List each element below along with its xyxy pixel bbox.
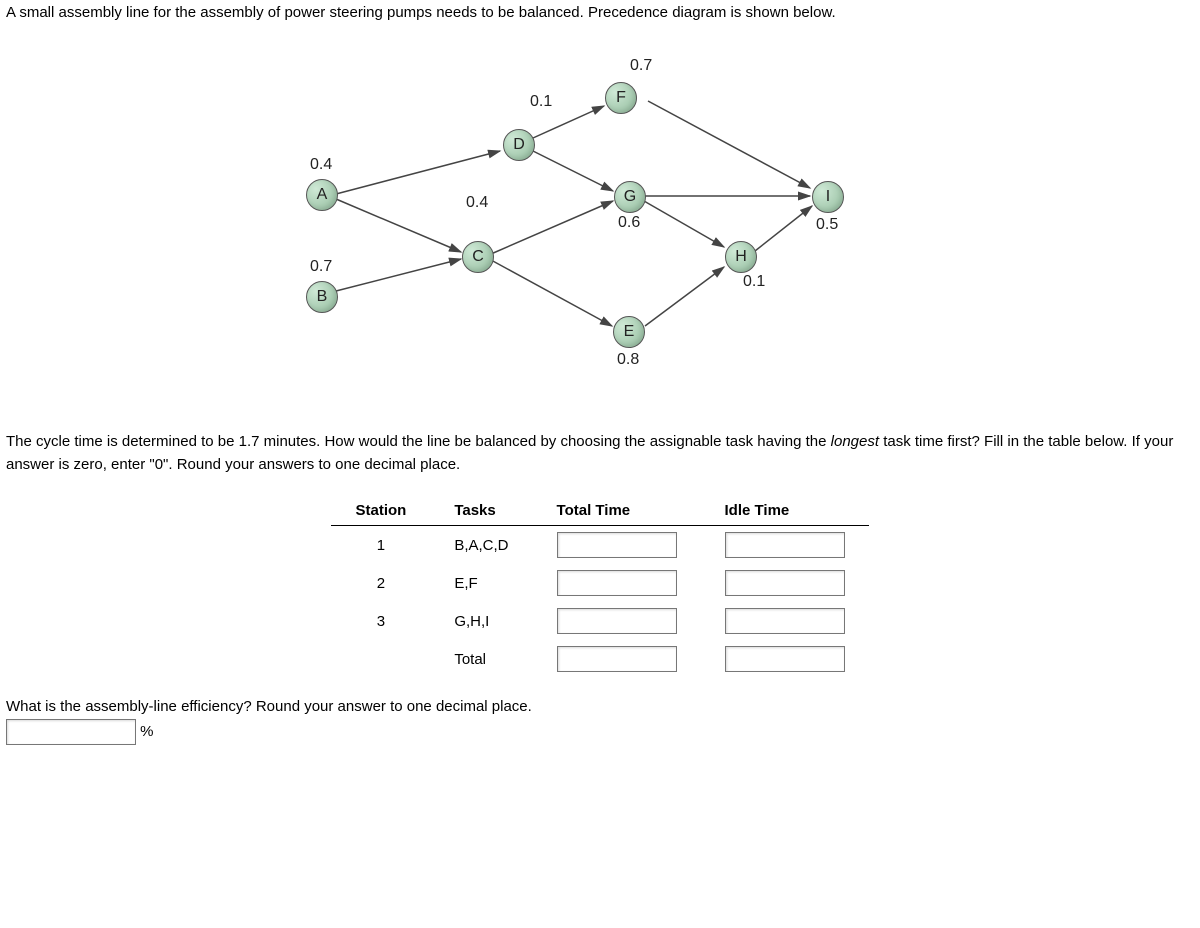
th-idle: Idle Time [701, 496, 869, 526]
time-I: 0.5 [816, 216, 838, 234]
time-D: 0.1 [530, 93, 552, 111]
question-text: The cycle time is determined to be 1.7 m… [6, 431, 1194, 476]
node-B: B [306, 281, 338, 313]
table-row: 2 E,F [331, 564, 868, 602]
cell-station-3: 3 [331, 602, 430, 640]
diagram-arrows [150, 51, 1050, 391]
time-A: 0.4 [310, 156, 332, 174]
answer-table: Station Tasks Total Time Idle Time 1 B,A… [331, 496, 868, 678]
time-F: 0.7 [630, 57, 652, 75]
node-C: C [462, 241, 494, 273]
cell-station-total [331, 640, 430, 678]
time-B: 0.7 [310, 258, 332, 276]
time-H: 0.1 [743, 273, 765, 291]
cell-tasks-1: B,A,C,D [430, 526, 532, 565]
precedence-diagram: A 0.4 B 0.7 C 0.4 D 0.1 E 0.8 F 0.7 G 0.… [150, 51, 1050, 391]
node-H: H [725, 241, 757, 273]
node-I: I [812, 181, 844, 213]
th-tasks: Tasks [430, 496, 532, 526]
th-station: Station [331, 496, 430, 526]
input-total-2[interactable] [557, 570, 677, 596]
efficiency-question: What is the assembly-line efficiency? Ro… [6, 698, 1194, 715]
table-header-row: Station Tasks Total Time Idle Time [331, 496, 868, 526]
node-A: A [306, 179, 338, 211]
q-part1: The cycle time is determined to be 1.7 m… [6, 433, 831, 450]
cell-station-2: 2 [331, 564, 430, 602]
node-G: G [614, 181, 646, 213]
table-row: 1 B,A,C,D [331, 526, 868, 565]
input-idle-sum[interactable] [725, 646, 845, 672]
table-row: 3 G,H,I [331, 602, 868, 640]
input-idle-2[interactable] [725, 570, 845, 596]
cell-tasks-3: G,H,I [430, 602, 532, 640]
input-efficiency[interactable] [6, 719, 136, 745]
input-idle-1[interactable] [725, 532, 845, 558]
table-row: Total [331, 640, 868, 678]
input-total-sum[interactable] [557, 646, 677, 672]
input-total-3[interactable] [557, 608, 677, 634]
input-total-1[interactable] [557, 532, 677, 558]
input-idle-3[interactable] [725, 608, 845, 634]
node-D: D [503, 129, 535, 161]
node-F: F [605, 82, 637, 114]
time-E: 0.8 [617, 351, 639, 369]
cell-tasks-2: E,F [430, 564, 532, 602]
time-G: 0.6 [618, 214, 640, 232]
time-C: 0.4 [466, 194, 488, 212]
node-E: E [613, 316, 645, 348]
cell-station-1: 1 [331, 526, 430, 565]
cell-tasks-total: Total [430, 640, 532, 678]
th-total: Total Time [533, 496, 701, 526]
intro-text: A small assembly line for the assembly o… [6, 4, 1194, 21]
percent-label: % [140, 723, 153, 740]
q-part2-italic: longest [831, 433, 879, 450]
